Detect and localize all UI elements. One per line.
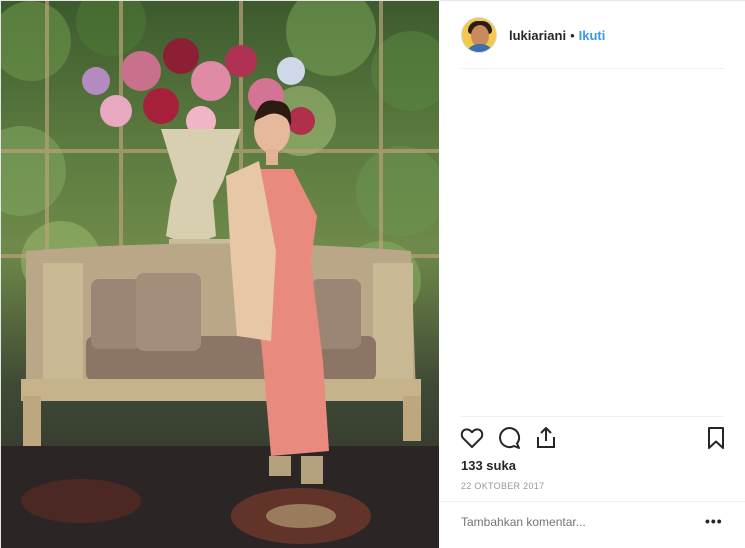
username-link[interactable]: lukiariani [509, 28, 566, 43]
post-photo[interactable] [1, 1, 439, 548]
post-sidebar: lukiariani • Ikuti 133 suka 22 OKTOBER 2… [439, 1, 745, 548]
post-header: lukiariani • Ikuti [439, 1, 745, 69]
post-date: 22 OKTOBER 2017 [461, 481, 545, 491]
bookmark-icon[interactable] [703, 425, 729, 451]
action-bar [459, 425, 729, 453]
more-options-icon[interactable]: ••• [705, 513, 723, 529]
post-photo-illustration [1, 1, 439, 548]
heart-icon[interactable] [459, 425, 485, 451]
avatar-shirt [465, 44, 495, 52]
actions-divider [461, 416, 724, 417]
follow-button[interactable]: Ikuti [579, 28, 606, 43]
avatar[interactable] [461, 17, 497, 53]
instagram-post: lukiariani • Ikuti 133 suka 22 OKTOBER 2… [0, 0, 745, 548]
likes-count[interactable]: 133 suka [461, 458, 516, 473]
header-divider [461, 68, 724, 69]
comment-input[interactable] [461, 515, 711, 529]
share-icon[interactable] [533, 425, 559, 451]
comment-divider [439, 501, 745, 502]
comment-bubble-icon[interactable] [496, 425, 522, 451]
separator-dot: • [570, 27, 575, 43]
